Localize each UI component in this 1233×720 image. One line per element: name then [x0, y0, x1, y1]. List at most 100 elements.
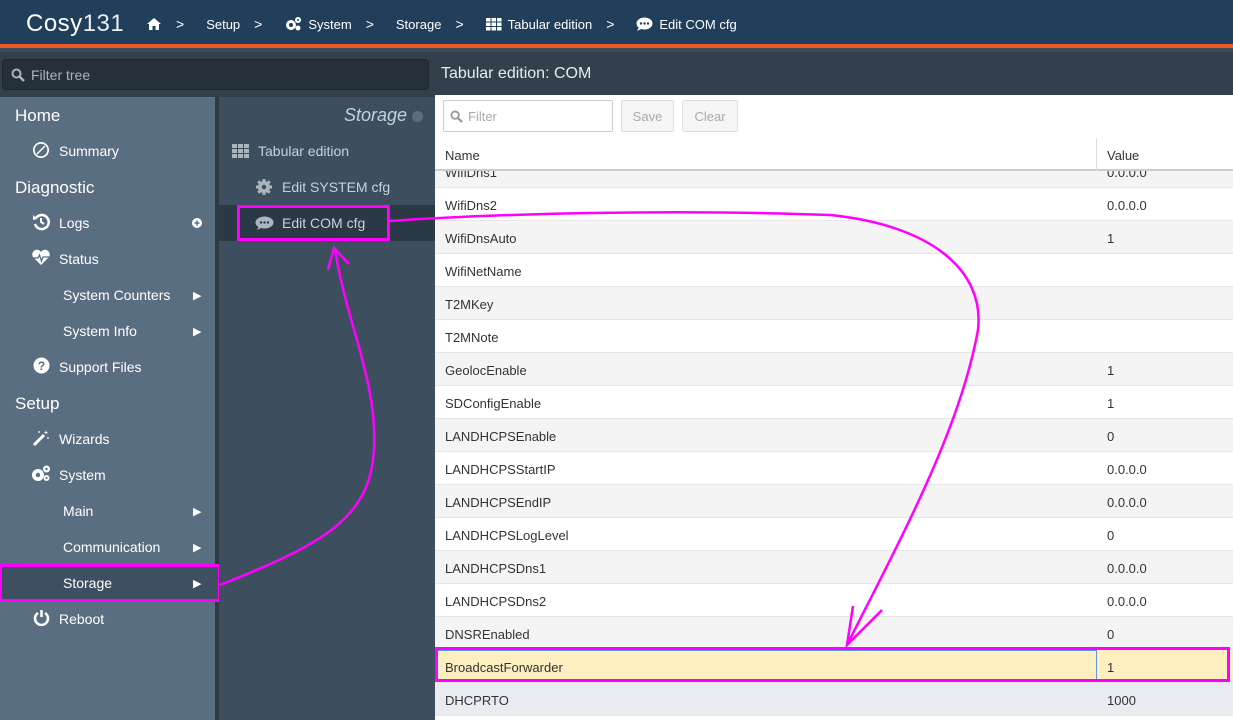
cell-name[interactable]: GeolocEnable: [445, 363, 527, 378]
gears-icon: [31, 465, 51, 485]
history-icon: [31, 213, 51, 234]
gears-icon: [286, 17, 302, 31]
table-row[interactable]: LANDHCPSEnable 0: [435, 419, 1233, 452]
search-icon: [11, 68, 25, 82]
column-header-name[interactable]: Name: [445, 148, 480, 163]
cell-value[interactable]: 0: [1107, 528, 1114, 543]
cell-name[interactable]: SDConfigEnable: [445, 396, 541, 411]
svg-text:?: ?: [37, 359, 44, 373]
table-row[interactable]: DHCPRTO 1000: [435, 683, 1233, 716]
chevron-right-icon: >: [606, 16, 615, 32]
sidebar-item-reboot[interactable]: Reboot: [0, 601, 215, 637]
breadcrumb-home[interactable]: [146, 17, 162, 31]
table-row[interactable]: WifiNetName: [435, 254, 1233, 287]
cell-value[interactable]: 1: [1107, 231, 1114, 246]
cell-name[interactable]: LANDHCPSLogLevel: [445, 528, 569, 543]
table-row[interactable]: LANDHCPSStartIP 0.0.0.0: [435, 452, 1233, 485]
column-divider[interactable]: [1096, 138, 1097, 171]
cell-name[interactable]: T2MKey: [445, 297, 493, 312]
cell-name[interactable]: BroadcastForwarder: [445, 660, 563, 675]
sidebar-item-logs[interactable]: Logs: [0, 205, 215, 241]
tabular-edition-item[interactable]: Tabular edition: [219, 133, 435, 169]
comment-icon: [636, 17, 653, 31]
cell-value[interactable]: 0.0.0.0: [1107, 495, 1147, 510]
sidebar-item-main[interactable]: Main ▶: [0, 493, 215, 529]
annotation-highlight-edit-com: [237, 205, 390, 241]
filter-tree-input[interactable]: Filter tree: [2, 59, 429, 90]
breadcrumb-edit-com-cfg[interactable]: Edit COM cfg: [636, 17, 737, 32]
table-row[interactable]: LANDHCPSEndIP 0.0.0.0: [435, 485, 1233, 518]
table-row[interactable]: BroadcastForwarder 1: [435, 650, 1233, 683]
breadcrumb-system[interactable]: System: [284, 16, 352, 32]
sidebar-item-system-info[interactable]: System Info ▶: [0, 313, 215, 349]
sidebar-item-wizards[interactable]: Wizards: [0, 421, 215, 457]
table-filter-input[interactable]: Filter: [443, 100, 613, 132]
grid-icon: [232, 144, 250, 162]
chevron-right-icon: >: [254, 16, 263, 32]
magic-wand-icon: [31, 429, 51, 450]
table-row[interactable]: T2MKey: [435, 287, 1233, 320]
cell-name[interactable]: DNSREnabled: [445, 627, 530, 642]
breadcrumb-tabular-edition[interactable]: Tabular edition: [485, 17, 592, 32]
section-home[interactable]: Home: [15, 106, 60, 126]
logo: Cosy131: [26, 10, 125, 37]
cell-name[interactable]: LANDHCPSEnable: [445, 429, 556, 444]
section-diagnostic[interactable]: Diagnostic: [15, 178, 94, 198]
table-row[interactable]: GeolocEnable 1: [435, 353, 1233, 386]
cell-value[interactable]: 0.0.0.0: [1107, 462, 1147, 477]
clear-button[interactable]: Clear: [682, 100, 738, 132]
cell-name[interactable]: T2MNote: [445, 330, 498, 345]
cell-name[interactable]: LANDHCPSDns2: [445, 594, 546, 609]
sidebar-item-storage[interactable]: Storage ▶: [0, 564, 221, 602]
table-row[interactable]: LANDHCPSLogLevel 0: [435, 518, 1233, 551]
cell-value[interactable]: 1000: [1107, 693, 1136, 708]
breadcrumb-storage[interactable]: Storage: [396, 17, 442, 32]
cell-name[interactable]: WifiDns2: [445, 198, 497, 213]
cell-value[interactable]: 0.0.0.0: [1107, 561, 1147, 576]
question-circle-icon: ?: [31, 357, 51, 377]
table-row[interactable]: LANDHCPSDns2 0.0.0.0: [435, 584, 1233, 617]
cell-name[interactable]: WifiNetName: [445, 264, 522, 279]
chevron-right-icon: >: [176, 16, 185, 32]
cell-value[interactable]: 0.0.0.0: [1107, 198, 1147, 213]
table-row[interactable]: T2MNote: [435, 320, 1233, 353]
sidebar-item-support-files[interactable]: ? Support Files: [0, 349, 215, 385]
cell-value[interactable]: 0: [1107, 429, 1114, 444]
cell-name[interactable]: LANDHCPSEndIP: [445, 495, 551, 510]
table-row[interactable]: SDConfigEnable 1: [435, 386, 1233, 419]
table-row[interactable]: WifiDns2 0.0.0.0: [435, 188, 1233, 221]
sidebar-item-summary[interactable]: Summary: [0, 133, 215, 169]
sidebar-item-system-counters[interactable]: System Counters ▶: [0, 277, 215, 313]
top-bar: Cosy131 > Setup > System > Storage > Tab…: [0, 0, 1233, 48]
cell-name[interactable]: LANDHCPSStartIP: [445, 462, 556, 477]
storage-panel-title: Storage: [343, 105, 407, 125]
save-button[interactable]: Save: [621, 100, 674, 132]
storage-panel: Storage Tabular edition Edit SYSTEM cfg …: [219, 97, 435, 720]
sidebar-item-status[interactable]: Status: [0, 241, 215, 277]
section-setup[interactable]: Setup: [15, 394, 59, 414]
cell-value[interactable]: 1: [1107, 396, 1114, 411]
cell-value[interactable]: 0: [1107, 627, 1114, 642]
page-title: Tabular edition: COM: [441, 65, 592, 82]
cell-name[interactable]: LANDHCPSDns1: [445, 561, 546, 576]
cell-value[interactable]: 1: [1107, 660, 1114, 675]
table-row[interactable]: WifiDnsAuto 1: [435, 221, 1233, 254]
cell-name[interactable]: WifiDnsAuto: [445, 231, 517, 246]
gear-icon: [256, 179, 272, 198]
edit-system-cfg-item[interactable]: Edit SYSTEM cfg: [219, 169, 435, 205]
column-header-value[interactable]: Value: [1107, 148, 1139, 163]
breadcrumb-setup[interactable]: Setup: [206, 17, 240, 32]
cell-value[interactable]: 1: [1107, 363, 1114, 378]
sidebar-item-system[interactable]: System: [0, 457, 215, 493]
cell-value[interactable]: 0.0.0.0: [1107, 594, 1147, 609]
plus-circle-icon[interactable]: [192, 215, 202, 231]
table-header: Name Value: [435, 138, 1233, 171]
cell-name[interactable]: DHCPRTO: [445, 693, 509, 708]
table-editor: Filter Save Clear WifiDns1 0.0.0.0 WifiDns…: [435, 95, 1233, 720]
chevron-right-icon: >: [365, 16, 374, 32]
table-row[interactable]: DNSREnabled 0: [435, 617, 1233, 650]
table-row[interactable]: LANDHCPSDns1 0.0.0.0: [435, 551, 1233, 584]
close-icon[interactable]: [412, 111, 423, 122]
sidebar-item-communication[interactable]: Communication ▶: [0, 529, 215, 565]
caret-right-icon: ▶: [193, 505, 202, 518]
